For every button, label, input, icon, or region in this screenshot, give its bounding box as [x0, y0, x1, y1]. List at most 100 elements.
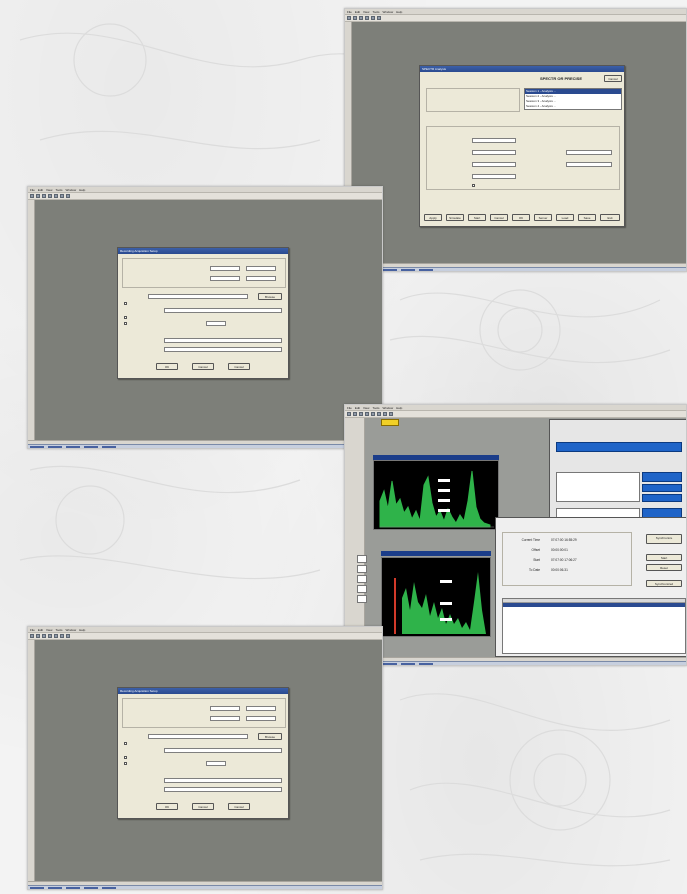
side-tab[interactable] — [357, 595, 367, 603]
event-table[interactable] — [502, 598, 686, 654]
info-window — [549, 419, 686, 529]
bottom-button[interactable]: OK — [512, 214, 530, 221]
help-button[interactable]: Cancel — [228, 803, 250, 810]
taskbar[interactable] — [28, 444, 382, 448]
bottom-button[interactable]: Apply — [424, 214, 442, 221]
info-badge — [642, 472, 682, 482]
path-field[interactable] — [148, 294, 248, 299]
row-value: 07:07:00 17:06:27 — [551, 558, 577, 562]
ok-button[interactable]: OK — [156, 363, 178, 370]
description-field[interactable] — [164, 338, 282, 343]
cancel-button[interactable]: Cancel — [192, 803, 214, 810]
screenshot-bottom-left: File Edit View Tools Window Help Recording Ac… — [27, 626, 383, 890]
side-tab[interactable] — [357, 575, 367, 583]
list-item[interactable]: Session 4 - Analysis ... — [525, 104, 621, 109]
time-field[interactable] — [246, 276, 276, 281]
acquisition-setup-dialog: Recording Acquisition Setup Browse OK Ca… — [117, 687, 289, 819]
row-label: Current Time — [521, 538, 540, 542]
start-button[interactable]: Start — [646, 554, 682, 561]
toolbar[interactable] — [28, 633, 382, 640]
spectrum-plot-bottom — [381, 557, 491, 637]
date-field[interactable] — [210, 276, 240, 281]
date-field[interactable] — [210, 706, 240, 711]
spectrum-header — [381, 551, 491, 556]
info-badge — [642, 494, 682, 502]
option-checkbox[interactable] — [124, 322, 127, 325]
side-tab[interactable] — [357, 555, 367, 563]
left-dock — [345, 418, 365, 657]
table-row[interactable] — [503, 603, 685, 607]
name-field[interactable] — [164, 748, 282, 753]
browse-button[interactable]: Browse — [258, 733, 282, 740]
duration-field[interactable] — [206, 321, 226, 326]
row-value: 07:07:00 16:55:29 — [551, 538, 577, 542]
dialog-title: Recording Acquisition Setup — [118, 248, 288, 254]
setting-field[interactable] — [472, 174, 516, 179]
row-value: 00:00:06.31 — [551, 568, 568, 572]
setting-field[interactable] — [472, 150, 516, 155]
toolbar[interactable] — [345, 411, 686, 418]
cancel-button[interactable]: Cancel — [192, 363, 214, 370]
bottom-button[interactable]: Server — [534, 214, 552, 221]
cancel-button[interactable]: Cancel — [604, 75, 622, 82]
option-checkbox[interactable] — [124, 762, 127, 765]
row-label: Offset — [531, 548, 540, 552]
side-tab[interactable] — [357, 585, 367, 593]
acquire-tab[interactable] — [381, 419, 399, 426]
path-field[interactable] — [148, 734, 248, 739]
synchronized-button[interactable]: Synchronized — [646, 580, 682, 587]
acquisition-setup-dialog: Recording Acquisition Setup Browse OK Ca… — [117, 247, 289, 379]
info-banner — [556, 442, 682, 452]
bottom-button[interactable]: Cancel — [490, 214, 508, 221]
description-field[interactable] — [164, 778, 282, 783]
reset-button[interactable]: Reset — [646, 564, 682, 571]
status-bar — [28, 881, 382, 889]
bottom-button[interactable]: Save — [578, 214, 596, 221]
time-group — [122, 698, 286, 728]
bottom-button[interactable]: Simulate — [446, 214, 464, 221]
time-field[interactable] — [246, 706, 276, 711]
taskbar[interactable] — [28, 885, 382, 889]
option-checkbox[interactable] — [124, 756, 127, 759]
setting-field[interactable] — [566, 150, 612, 155]
time-field[interactable] — [246, 266, 276, 271]
screenshot-top-right: File Edit View Tools Window Help SPECTR Analy… — [344, 8, 687, 272]
option-checkbox[interactable] — [472, 184, 475, 187]
bottom-button[interactable]: Start — [468, 214, 486, 221]
duration-field[interactable] — [206, 761, 226, 766]
option-checkbox[interactable] — [124, 302, 127, 305]
spectr-dialog: SPECTR Analysis SPECTR OR PRECISE Cancel… — [419, 65, 625, 227]
left-dock — [28, 640, 35, 881]
browse-button[interactable]: Browse — [258, 293, 282, 300]
setting-field[interactable] — [472, 162, 516, 167]
taskbar[interactable] — [345, 267, 686, 271]
setting-field[interactable] — [566, 162, 612, 167]
synchronize-button[interactable]: Synchronize — [646, 534, 682, 544]
side-tab[interactable] — [357, 565, 367, 573]
bottom-button[interactable]: Load — [556, 214, 574, 221]
option-checkbox[interactable] — [124, 316, 127, 319]
bottom-button[interactable]: Exit — [600, 214, 620, 221]
format-select[interactable] — [164, 347, 282, 352]
session-list[interactable]: Session 1 - Analysis ... Session 2 - Ana… — [524, 88, 622, 110]
dialog-heading: SPECTR OR PRECISE — [540, 76, 583, 81]
setting-field[interactable] — [472, 138, 516, 143]
time-field[interactable] — [246, 716, 276, 721]
spectrum-plot-top — [373, 460, 499, 530]
taskbar[interactable] — [345, 661, 686, 665]
row-value: 00:00:00:01 — [551, 548, 568, 552]
toolbar[interactable] — [28, 193, 382, 200]
dialog-title: Recording Acquisition Setup — [118, 688, 288, 694]
ok-button[interactable]: OK — [156, 803, 178, 810]
format-select[interactable] — [164, 787, 282, 792]
option-checkbox[interactable] — [124, 742, 127, 745]
date-field[interactable] — [210, 266, 240, 271]
name-field[interactable] — [164, 308, 282, 313]
time-group — [122, 258, 286, 288]
settings-group — [426, 126, 620, 190]
toolbar[interactable] — [345, 15, 686, 22]
status-bar — [28, 440, 382, 448]
date-field[interactable] — [210, 716, 240, 721]
row-label: Start — [533, 558, 540, 562]
help-button[interactable]: Cancel — [228, 363, 250, 370]
